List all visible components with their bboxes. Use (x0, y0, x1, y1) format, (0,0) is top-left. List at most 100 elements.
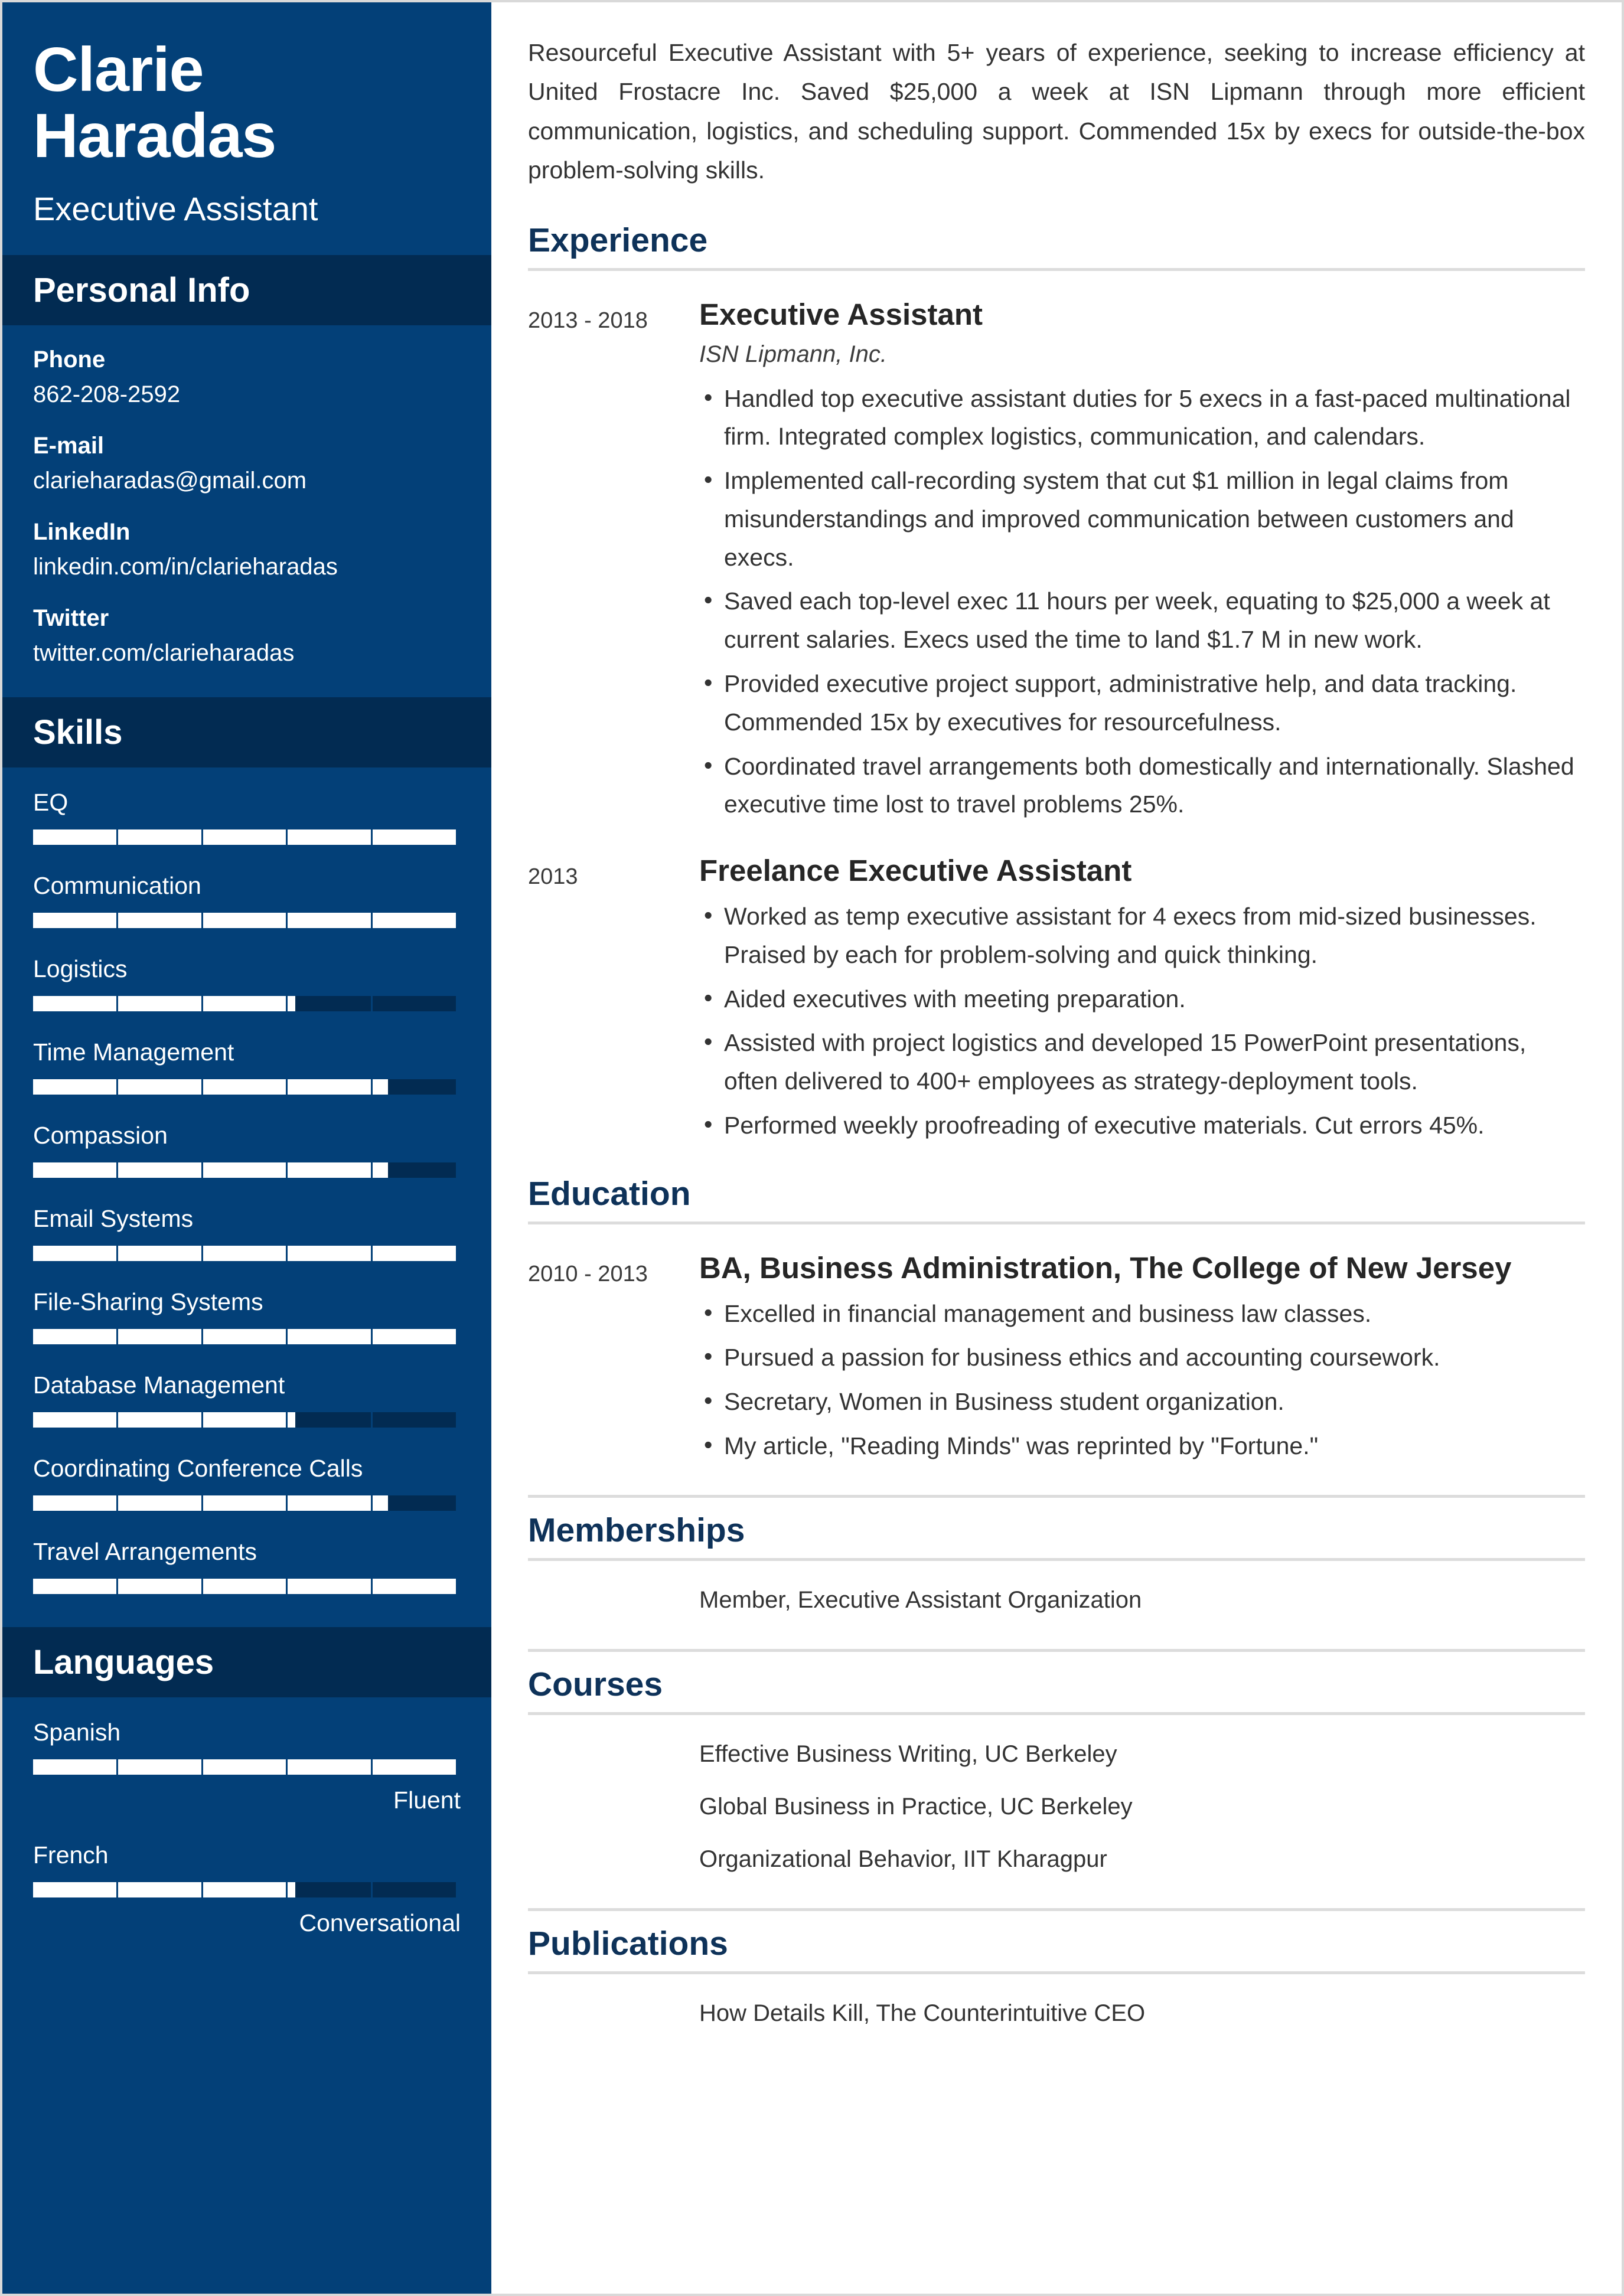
experience-bullet: Handled top executive assistant duties f… (699, 378, 1585, 456)
skill-row: EQ (33, 789, 461, 845)
skill-bar-tick (288, 1412, 373, 1428)
skill-bar-ticks (33, 912, 456, 928)
course-item-text: Effective Business Writing, UC Berkeley (699, 1740, 1117, 1767)
personal-info-heading: Personal Info (33, 270, 250, 309)
resume-page: Clarie Haradas Executive Assistant Perso… (0, 0, 1624, 2296)
divider (528, 1971, 1585, 1974)
membership-item-text: Member, Executive Assistant Organization (699, 1586, 1142, 1613)
memberships-section: Memberships Member, Executive Assistant … (528, 1494, 1585, 1647)
date-spacer (528, 1741, 699, 1768)
skill-bar-tick (33, 1412, 118, 1428)
languages-heading: Languages (33, 1642, 214, 1681)
courses-section: Courses Effective Business Writing, UC B… (528, 1648, 1585, 1906)
skill-bar-tick (373, 829, 456, 845)
skill-bar-tick (118, 1245, 203, 1261)
skill-bar-ticks (33, 1079, 456, 1095)
publication-item: How Details Kill, The Counterintuitive C… (528, 2000, 1585, 2027)
skill-bar-tick (288, 1245, 373, 1261)
course-item: Global Business in Practice, UC Berkeley (528, 1794, 1585, 1820)
skill-bar-tick (33, 912, 118, 928)
experience-role: Executive Assistant (699, 297, 983, 331)
skill-bar-tick (203, 1079, 288, 1095)
skill-bar-tick (203, 829, 288, 845)
skill-bar-tick (203, 1882, 288, 1897)
skill-bar-tick (203, 1245, 288, 1261)
professional-summary: Resourceful Executive Assistant with 5+ … (528, 39, 1585, 184)
divider (528, 1557, 1585, 1561)
personal-info-value[interactable]: 862-208-2592 (33, 381, 461, 408)
experience-bullet: Worked as temp executive assistant for 4… (699, 896, 1585, 974)
personal-info-row: Twitter twitter.com/clarieharadas (33, 605, 461, 667)
skill-name: Communication (33, 871, 201, 899)
skill-bar-tick (203, 1495, 288, 1511)
skill-bar-tick (118, 912, 203, 928)
date-spacer (528, 2000, 699, 2027)
skill-row: Email Systems (33, 1205, 461, 1261)
skill-bar-ticks (33, 1162, 456, 1178)
skill-name: Compassion (33, 1121, 168, 1149)
date-spacer (528, 1794, 699, 1820)
skill-bar-tick (288, 1162, 373, 1178)
divider (528, 1908, 1585, 1911)
course-item: Organizational Behavior, IIT Kharagpur (528, 1846, 1585, 1873)
skill-bar-tick (373, 1246, 456, 1261)
experience-company: ISN Lipmann, Inc. (699, 341, 887, 367)
publications-section: Publications How Details Kill, The Count… (528, 1908, 1585, 2060)
skill-bar-tick (203, 1759, 288, 1775)
experience-bullets: Worked as temp executive assistant for 4… (699, 896, 1585, 1145)
skill-bar-tick (203, 1578, 288, 1594)
education-entry-body: BA, Business Administration, The College… (699, 1250, 1585, 1471)
personal-info-label: E-mail (33, 432, 105, 459)
divider (528, 1648, 1585, 1652)
divider (528, 1494, 1585, 1498)
education-section: Education 2010 - 2013 BA, Business Admini… (528, 1174, 1585, 1471)
date-spacer (528, 1587, 699, 1614)
skill-bar-track (33, 1759, 456, 1775)
personal-info-row: Phone 862-208-2592 (33, 347, 461, 408)
language-row: French Conversational (33, 1841, 461, 1937)
skill-bar-tick (288, 1578, 373, 1594)
experience-date: 2013 - 2018 (528, 308, 648, 333)
personal-info-row: E-mail clarieharadas@gmail.com (33, 433, 461, 494)
experience-bullet: Performed weekly proofreading of executi… (699, 1105, 1585, 1145)
skill-bar-tick (203, 912, 288, 928)
skill-bar-track (33, 1882, 456, 1897)
skill-bar-tick (288, 1328, 373, 1344)
education-date: 2010 - 2013 (528, 1261, 648, 1286)
experience-bullet: Aided executives with meeting preparatio… (699, 979, 1585, 1018)
skill-bar-tick (33, 1759, 118, 1775)
skill-name: Email Systems (33, 1204, 194, 1232)
publications-title: Publications (528, 1924, 728, 1962)
skill-bar-tick (118, 1328, 203, 1344)
experience-bullet: Saved each top-level exec 11 hours per w… (699, 581, 1585, 659)
skill-bar-ticks (33, 1495, 456, 1511)
experience-date: 2013 (528, 864, 578, 890)
skill-bar-track (33, 1079, 456, 1095)
skill-bar-tick (118, 1162, 203, 1178)
skill-bar-tick (288, 995, 373, 1011)
skill-name: Database Management (33, 1371, 285, 1399)
skill-bar-ticks (33, 1245, 456, 1261)
skill-bar-tick (288, 1882, 373, 1897)
personal-info-value[interactable]: linkedin.com/in/clarieharadas (33, 554, 461, 580)
experience-entry: 2013 Freelance Executive Assistant Worked … (528, 853, 1585, 1151)
skills-heading: Skills (33, 713, 123, 752)
skill-name: File-Sharing Systems (33, 1288, 263, 1315)
skill-bar-ticks (33, 1412, 456, 1428)
skill-bar-tick (118, 1759, 203, 1775)
divider (528, 1221, 1585, 1224)
language-name: Spanish (33, 1718, 121, 1746)
skill-bar-tick (373, 1882, 456, 1897)
skill-row: Logistics (33, 955, 461, 1011)
personal-info-value[interactable]: clarieharadas@gmail.com (33, 468, 461, 494)
experience-bullet: Provided executive project support, admi… (699, 664, 1585, 742)
education-bullet: Pursued a passion for business ethics an… (699, 1337, 1585, 1377)
courses-title: Courses (528, 1665, 663, 1703)
experience-bullet: Assisted with project logistics and deve… (699, 1023, 1585, 1100)
skill-bar-tick (33, 995, 118, 1011)
section-band-languages: Languages (2, 1627, 491, 1697)
personal-info-value[interactable]: twitter.com/clarieharadas (33, 640, 461, 667)
skill-bar-tick (118, 1578, 203, 1594)
candidate-name: Clarie Haradas (33, 35, 276, 171)
courses-list: Effective Business Writing, UC Berkeley G… (528, 1741, 1585, 1906)
